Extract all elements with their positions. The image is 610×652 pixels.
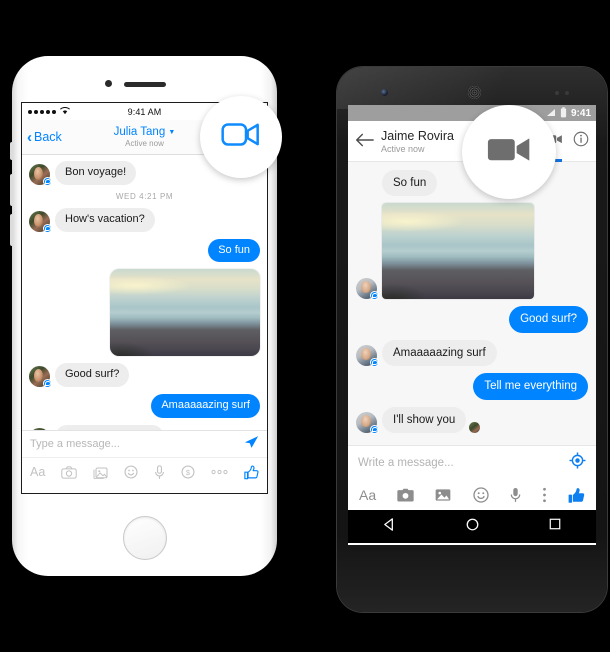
conversation-title-block[interactable]: Jaime Rovira Active now bbox=[381, 129, 454, 154]
photo-message[interactable] bbox=[110, 269, 260, 357]
iphone-volume-up[interactable] bbox=[10, 174, 13, 206]
microphone-icon[interactable] bbox=[154, 464, 165, 480]
info-circle-icon[interactable] bbox=[573, 131, 589, 152]
message-bubble[interactable]: Good surf? bbox=[55, 363, 130, 387]
message-row: Good surf? bbox=[29, 363, 260, 388]
iphone-mute-switch[interactable] bbox=[10, 142, 13, 160]
ios-composer: Type a message... Aa $ bbox=[22, 430, 267, 486]
contact-avatar[interactable] bbox=[29, 163, 52, 186]
magnifier-iphone-video-button bbox=[200, 96, 282, 178]
location-target-icon[interactable] bbox=[569, 452, 586, 474]
square-recents-icon[interactable] bbox=[548, 517, 562, 536]
photo-message[interactable] bbox=[382, 203, 534, 300]
proximity-sensor-icon bbox=[555, 91, 559, 95]
light-sensor-icon bbox=[565, 91, 569, 95]
contact-avatar[interactable] bbox=[29, 366, 52, 388]
message-bubble[interactable]: Bon voyage! bbox=[55, 161, 137, 185]
camera-icon[interactable] bbox=[397, 488, 414, 502]
android-message-thread[interactable]: So fun Good surf? Amaaaaazing surf Tell me … bbox=[348, 162, 596, 445]
signal-triangle-icon bbox=[546, 108, 556, 119]
circle-home-icon[interactable] bbox=[465, 517, 480, 537]
earpiece-speaker-icon bbox=[468, 86, 481, 99]
svg-text:$: $ bbox=[186, 468, 191, 477]
screenshot-stage: 9:41 AM 5% ‹ Back Julia Tang ▼ Active no… bbox=[0, 0, 610, 652]
message-input[interactable]: Type a message... bbox=[30, 438, 244, 450]
message-row: I'll show you bbox=[356, 406, 588, 434]
message-row bbox=[356, 203, 588, 301]
ios-message-thread[interactable]: Bon voyage! WED 4:21 PM How's vacation? So … bbox=[22, 155, 267, 430]
android-composer: Write a message... Aa bbox=[348, 445, 596, 510]
ios-attachment-toolbar[interactable]: Aa $ bbox=[22, 458, 267, 486]
message-row: So fun bbox=[29, 238, 260, 263]
messenger-badge-icon bbox=[43, 379, 52, 388]
earpiece-speaker-icon bbox=[124, 82, 166, 87]
battery-icon bbox=[560, 106, 567, 120]
iphone-volume-down[interactable] bbox=[10, 214, 13, 246]
message-bubble[interactable]: So fun bbox=[208, 238, 260, 263]
message-input-row[interactable]: Type a message... bbox=[22, 431, 267, 458]
android-nav-bar[interactable] bbox=[348, 510, 596, 543]
dollar-circle-icon[interactable]: $ bbox=[181, 465, 195, 479]
message-bubble[interactable]: How's vacation? bbox=[55, 207, 155, 232]
contact-avatar[interactable] bbox=[29, 210, 52, 233]
timestamp-separator: WED 4:21 PM bbox=[115, 191, 174, 201]
thumbs-up-icon[interactable] bbox=[568, 487, 585, 504]
smiley-icon[interactable] bbox=[472, 487, 489, 503]
message-bubble[interactable]: I'll show you bbox=[382, 406, 467, 433]
video-camera-icon bbox=[486, 134, 532, 170]
microphone-icon[interactable] bbox=[510, 487, 521, 503]
back-label: Back bbox=[34, 130, 62, 144]
front-camera-icon bbox=[381, 89, 388, 96]
message-bubble[interactable]: So fun bbox=[382, 170, 438, 197]
messenger-badge-icon bbox=[43, 176, 52, 186]
smiley-icon[interactable] bbox=[124, 465, 138, 479]
contact-avatar[interactable] bbox=[356, 278, 379, 301]
chevron-left-icon: ‹ bbox=[27, 128, 32, 146]
message-row bbox=[29, 269, 260, 357]
text-format-icon[interactable]: Aa bbox=[359, 487, 376, 503]
text-format-icon[interactable]: Aa bbox=[30, 465, 45, 479]
message-bubble[interactable]: Tell me everything bbox=[55, 424, 164, 430]
home-button[interactable] bbox=[123, 516, 167, 560]
image-icon[interactable] bbox=[435, 488, 451, 502]
message-bubble[interactable]: Tell me everything bbox=[473, 373, 588, 400]
camera-icon[interactable] bbox=[61, 465, 77, 479]
messenger-badge-icon bbox=[370, 358, 379, 368]
message-row: Amaaaaazing surf bbox=[356, 339, 588, 368]
vertical-dots-icon[interactable] bbox=[542, 487, 547, 503]
seen-avatar bbox=[469, 421, 481, 433]
presence-status: Active now bbox=[381, 143, 425, 154]
arrow-left-icon[interactable] bbox=[355, 133, 377, 150]
front-camera-icon bbox=[105, 80, 112, 87]
send-arrow-icon[interactable] bbox=[244, 435, 259, 454]
contact-avatar[interactable] bbox=[356, 411, 379, 434]
message-row: Good surf? bbox=[356, 306, 588, 333]
message-row: How's vacation? bbox=[29, 207, 260, 233]
contact-name: Jaime Rovira bbox=[381, 128, 454, 143]
message-bubble[interactable]: Amaaaaazing surf bbox=[151, 394, 260, 418]
chevron-down-icon: ▼ bbox=[168, 129, 176, 136]
triangle-back-icon[interactable] bbox=[382, 517, 397, 537]
magnifier-android-video-button bbox=[462, 105, 556, 199]
messenger-badge-icon bbox=[370, 424, 379, 434]
message-input-row[interactable]: Write a message... bbox=[348, 446, 596, 480]
android-status-bar: 9:41 bbox=[348, 105, 596, 121]
message-row: Tell me everything bbox=[356, 373, 588, 400]
photo-library-icon[interactable] bbox=[93, 466, 108, 479]
message-input[interactable]: Write a message... bbox=[358, 457, 569, 469]
android-clock: 9:41 bbox=[570, 107, 591, 119]
back-button[interactable]: ‹ Back bbox=[27, 130, 62, 145]
android-attachment-toolbar[interactable]: Aa bbox=[348, 480, 596, 510]
contact-avatar[interactable] bbox=[356, 345, 379, 368]
thumbs-up-icon[interactable] bbox=[244, 464, 259, 480]
messenger-badge-icon bbox=[370, 291, 379, 301]
message-bubble[interactable]: Amaaaaazing surf bbox=[382, 339, 497, 367]
video-camera-icon bbox=[221, 121, 261, 153]
contact-name-label: Julia Tang bbox=[113, 126, 166, 138]
ellipsis-icon[interactable] bbox=[211, 469, 228, 475]
message-row: Amaaaaazing surf bbox=[29, 394, 260, 418]
message-bubble[interactable]: Good surf? bbox=[509, 306, 588, 333]
messenger-badge-icon bbox=[43, 223, 52, 233]
